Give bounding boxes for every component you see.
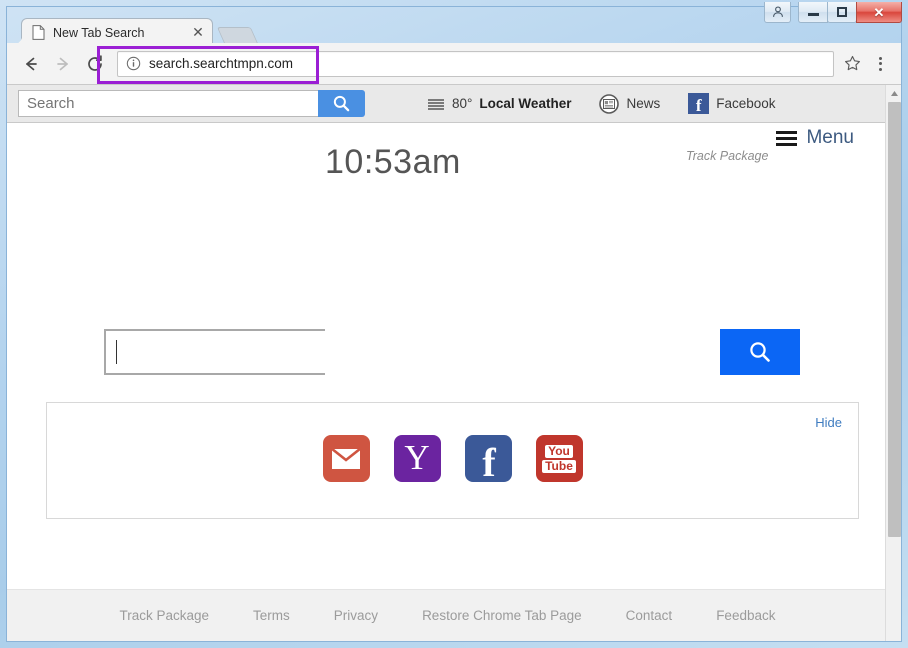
hamburger-icon [776,130,798,146]
tab-close-icon[interactable]: ✕ [190,24,206,41]
browser-tab[interactable]: New Tab Search ✕ [10,18,213,47]
weather-label: Local Weather [479,96,572,111]
shortcut-icon-row: Y f You Tube [47,435,858,486]
youtube-icon: You Tube [541,444,578,473]
hamburger-line [776,136,798,140]
reload-button[interactable] [79,48,111,80]
weather-icon [428,98,444,110]
main-search-button[interactable] [720,329,800,375]
extension-search-input[interactable] [18,90,318,117]
tab-title: New Tab Search [53,25,145,40]
gmail-icon [331,447,361,470]
kebab-dot-icon [878,67,882,71]
search-icon [333,95,350,112]
yahoo-icon: Y [404,437,430,477]
menu-label: Menu [806,127,854,148]
facebook-icon: f [688,93,710,114]
news-label: News [626,96,661,111]
facebook-shortcut[interactable]: f [464,435,512,486]
back-button[interactable] [15,48,47,80]
forward-button[interactable] [47,48,79,80]
page-favicon [32,25,45,40]
browser-toolbar: search.searchtmpn.com [7,43,901,85]
page-scrollbar[interactable] [885,85,901,641]
yahoo-shortcut[interactable]: Y [393,435,441,482]
footer-link-restore-chrome-tab-page[interactable]: Restore Chrome Tab Page [422,608,582,623]
main-search-input[interactable] [104,329,325,375]
footer-link-terms[interactable]: Terms [253,608,290,623]
text-caret [116,340,117,364]
track-package-top-link[interactable]: Track Package [686,149,768,163]
shortcut-panel: Hide Y f You Tube [46,402,859,519]
scrollbar-thumb[interactable] [888,102,901,537]
footer-link-feedback[interactable]: Feedback [716,608,775,623]
youtube-shortcut[interactable]: You Tube [535,435,583,482]
main-search-group [104,329,800,375]
bookmark-star-icon[interactable] [844,55,861,72]
clock-display: 10:53am [325,143,461,181]
kebab-dot-icon [878,56,882,60]
forward-arrow-icon [57,57,68,70]
weather-temperature: 80° [452,96,473,111]
footer-link-privacy[interactable]: Privacy [334,608,378,623]
gmail-shortcut[interactable] [322,435,370,482]
facebook-label: Facebook [716,96,776,111]
facebook-link[interactable]: f Facebook [688,93,776,114]
page-content: Menu 10:53am Track Package Hide Y f You … [7,123,888,641]
back-arrow-icon [26,57,37,70]
facebook-icon: f [482,440,496,486]
search-icon [750,342,770,362]
reload-icon [88,54,102,71]
page-menu-button[interactable]: Menu [776,127,854,149]
browser-window: ✕ New Tab Search ✕ search.searchtmpn.com… [0,0,908,648]
local-weather-link[interactable]: 80° Local Weather [427,96,571,111]
address-bar-url: search.searchtmpn.com [149,56,294,71]
address-bar[interactable]: search.searchtmpn.com [117,50,834,77]
footer-link-track-package[interactable]: Track Package [120,608,210,623]
youtube-icon-top: You [545,444,573,458]
news-icon [599,93,620,114]
tab-strip: New Tab Search ✕ [7,7,901,47]
extension-toolbar: 80° Local Weather News f Facebook [7,85,888,123]
news-link[interactable]: News [599,93,661,114]
kebab-dot-icon [878,62,882,65]
shortcut-panel-hide-link[interactable]: Hide [815,415,842,430]
scrollbar-up-button[interactable] [886,85,902,101]
hamburger-line [776,130,798,134]
page-footer: Track Package Terms Privacy Restore Chro… [7,589,888,641]
chevron-up-icon [890,90,898,96]
footer-link-contact[interactable]: Contact [626,608,673,623]
extension-search-button[interactable] [318,90,365,117]
hamburger-line [776,142,798,146]
chrome-menu-button[interactable] [867,49,893,79]
info-circle-icon[interactable] [126,56,141,71]
extension-search-group [18,90,365,117]
youtube-icon-bottom: Tube [542,459,576,473]
